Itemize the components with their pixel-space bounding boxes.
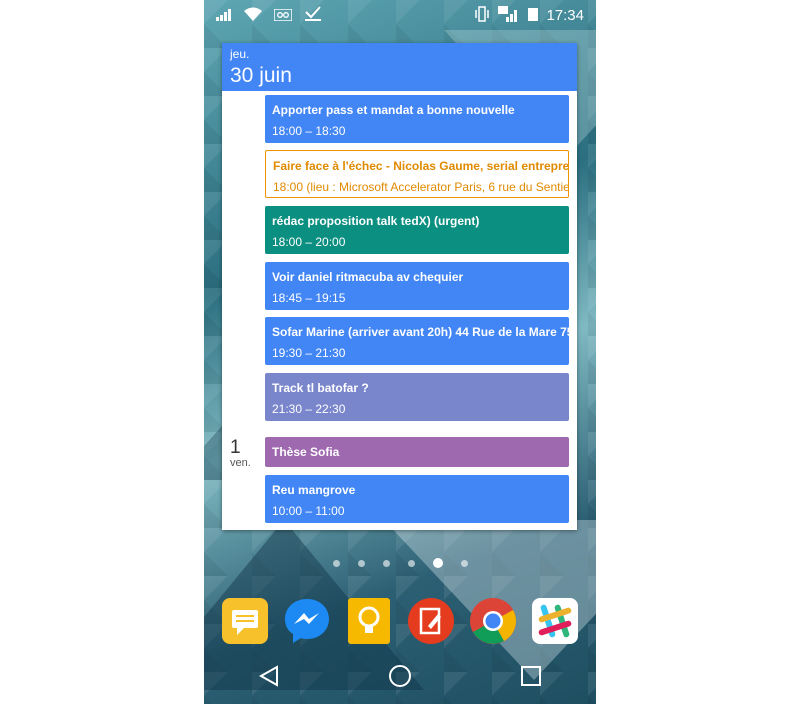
signal-icon (216, 8, 232, 24)
keep-icon[interactable] (344, 596, 394, 646)
event-time: 18:00 – 18:30 (272, 124, 346, 138)
widget-header[interactable]: jeu. 30 juin (222, 43, 577, 91)
event-title: rédac proposition talk tedX) (urgent) (272, 214, 480, 228)
messenger-icon[interactable] (282, 596, 332, 646)
recents-icon[interactable] (519, 664, 543, 693)
memo-app-icon[interactable] (220, 596, 270, 646)
event-card[interactable]: Sofar Marine (arriver avant 20h) 44 Rue … (265, 317, 569, 365)
event-time: 19:30 – 21:30 (272, 346, 346, 360)
event-card[interactable]: Reu mangrove 10:00 – 11:00 (265, 475, 569, 523)
status-bar: 17:34 (204, 0, 596, 32)
event-title: Voir daniel ritmacuba av chequier (272, 270, 464, 284)
vibrate-icon (474, 6, 490, 25)
event-title: Track tl batofar ? (272, 381, 369, 395)
page-dot[interactable] (332, 559, 340, 567)
wifi-icon (244, 7, 262, 24)
download-icon (304, 6, 322, 25)
event-title: Reu mangrove (272, 483, 356, 497)
pdf-app-icon[interactable] (406, 596, 456, 646)
voicemail-icon (273, 7, 293, 24)
header-day-of-week: jeu. (230, 47, 250, 61)
page-indicator (204, 558, 596, 568)
page-dot-active[interactable] (432, 558, 443, 568)
chrome-icon[interactable] (468, 596, 518, 646)
event-card[interactable]: Voir daniel ritmacuba av chequier 18:45 … (265, 262, 569, 310)
page-dot[interactable] (460, 559, 468, 567)
navigation-bar (204, 652, 596, 704)
4g-signal-icon (498, 6, 520, 25)
slack-icon[interactable] (530, 596, 580, 646)
page-dot[interactable] (357, 559, 365, 567)
calendar-widget[interactable]: jeu. 30 juin Apporter pass et mandat a b… (222, 43, 577, 530)
back-icon[interactable] (257, 664, 281, 693)
event-title: Sofar Marine (arriver avant 20h) 44 Rue … (272, 325, 569, 339)
battery-icon (528, 7, 539, 24)
phone-screen: 17:34 jeu. 30 juin Apporter pass et mand… (204, 0, 596, 704)
clock: 17:34 (546, 7, 584, 24)
header-date: 30 juin (230, 64, 292, 87)
page-dot[interactable] (382, 559, 390, 567)
event-time: 10:00 – 11:00 (272, 504, 345, 518)
event-time: 18:00 (lieu : Microsoft Accelerator Pari… (273, 180, 569, 194)
event-title: Apporter pass et mandat a bonne nouvelle (272, 103, 515, 117)
app-dock (220, 596, 580, 646)
event-card[interactable]: Track tl batofar ? 21:30 – 22:30 (265, 373, 569, 421)
event-card[interactable]: Apporter pass et mandat a bonne nouvelle… (265, 95, 569, 143)
event-title: Thèse Sofia (272, 445, 340, 459)
event-card[interactable]: Thèse Sofia (265, 437, 569, 467)
day-of-week: ven. (230, 457, 251, 469)
page-dot[interactable] (407, 559, 415, 567)
event-card[interactable]: rédac proposition talk tedX) (urgent) 18… (265, 206, 569, 254)
day-number: 1 (230, 437, 241, 458)
home-icon[interactable] (387, 663, 413, 694)
event-card[interactable]: Faire face à l'échec - Nicolas Gaume, se… (265, 150, 569, 198)
event-title: Faire face à l'échec - Nicolas Gaume, se… (273, 159, 569, 173)
event-time: 18:00 – 20:00 (272, 235, 346, 249)
event-time: 18:45 – 19:15 (272, 291, 346, 305)
event-time: 21:30 – 22:30 (272, 402, 346, 416)
